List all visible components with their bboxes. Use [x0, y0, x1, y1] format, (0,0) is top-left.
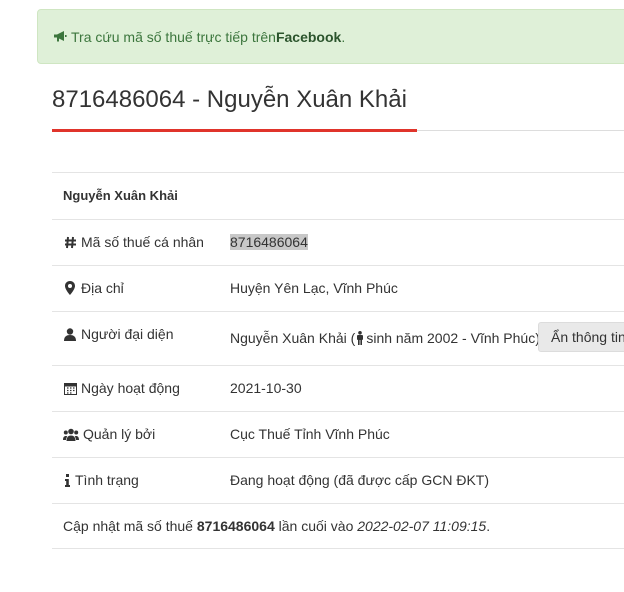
- tax-code-value[interactable]: 8716486064: [230, 234, 308, 250]
- tax-code-label: Mã số thuế cá nhân: [81, 234, 204, 250]
- update-timestamp: 2022-02-07 11:09:15: [357, 518, 487, 534]
- table-row-update-info: Cập nhật mã số thuế 8716486064 lần cuối …: [52, 503, 624, 549]
- facebook-link[interactable]: Facebook: [276, 29, 341, 45]
- page-title: 8716486064 - Nguyễn Xuân Khải: [52, 86, 407, 113]
- status-label: Tình trạng: [75, 472, 139, 488]
- users-icon: [63, 428, 79, 441]
- calendar-icon: [63, 382, 77, 395]
- alert-period: .: [341, 28, 346, 45]
- table-row-name: Nguyễn Xuân Khải: [52, 172, 624, 219]
- representative-birth: sinh năm 2002 - Vĩnh Phúc): [366, 330, 540, 346]
- start-date-value: 2021-10-30: [230, 380, 302, 396]
- open-paren: (: [346, 330, 356, 346]
- hide-info-button[interactable]: Ẩn thông tin: [538, 322, 624, 352]
- representative-label: Người đại diện: [81, 326, 174, 342]
- managed-by-label: Quản lý bởi: [83, 426, 156, 442]
- map-marker-icon: [63, 281, 77, 295]
- hash-icon: [63, 236, 77, 249]
- company-name-heading: Nguyễn Xuân Khải: [63, 188, 178, 203]
- bullhorn-icon: [53, 30, 67, 43]
- address-label: Địa chỉ: [81, 280, 124, 296]
- title-accent-bar: [52, 129, 417, 132]
- user-icon: [63, 327, 77, 341]
- page: Tra cứu mã số thuế trực tiếp trên Facebo…: [0, 0, 624, 592]
- table-row-address: Địa chỉ Huyện Yên Lạc, Vĩnh Phúc: [52, 265, 624, 311]
- info-icon: [63, 473, 71, 487]
- table-row-tax-code: Mã số thuế cá nhân 8716486064: [52, 219, 624, 265]
- managed-by-value: Cục Thuế Tỉnh Vĩnh Phúc: [230, 426, 390, 442]
- update-info-text: Cập nhật mã số thuế 8716486064 lần cuối …: [63, 518, 491, 534]
- update-tax-code: 8716486064: [196, 518, 275, 534]
- address-value: Huyện Yên Lạc, Vĩnh Phúc: [230, 280, 398, 296]
- table-row-representative: Người đại diện Nguyễn Xuân Khải ( sinh nă…: [52, 311, 624, 365]
- facebook-alert: Tra cứu mã số thuế trực tiếp trên Facebo…: [37, 9, 624, 64]
- start-date-label: Ngày hoạt động: [81, 380, 180, 396]
- table-row-status: Tình trạng Đang hoạt động (đã được cấp G…: [52, 457, 624, 503]
- table-row-managed-by: Quản lý bởi Cục Thuế Tỉnh Vĩnh Phúc: [52, 411, 624, 457]
- company-info-table: Nguyễn Xuân Khải Mã số thuế cá nhân 8716…: [52, 172, 624, 549]
- representative-name: Nguyễn Xuân Khải: [230, 330, 347, 346]
- male-icon: [356, 331, 364, 348]
- alert-text: Tra cứu mã số thuế trực tiếp trên: [71, 28, 276, 45]
- status-value: Đang hoạt động (đã được cấp GCN ĐKT): [230, 472, 490, 488]
- table-row-start-date: Ngày hoạt động 2021-10-30: [52, 365, 624, 411]
